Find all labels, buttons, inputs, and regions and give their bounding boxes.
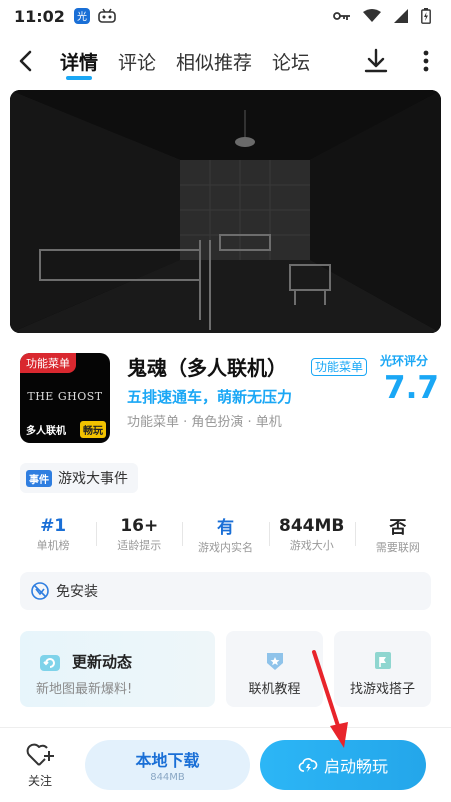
status-bar: 11:02 光 — [0, 0, 451, 32]
icon-subtitle: 多人联机 — [26, 426, 66, 437]
stat-value: 844MB — [279, 515, 345, 536]
stat-value: 否 — [389, 518, 407, 538]
tab-bar: 详情 评论 相似推荐 论坛 — [50, 38, 320, 84]
no-install-info[interactable]: 免安装 — [20, 572, 431, 610]
launch-label: 启动畅玩 — [323, 757, 388, 776]
event-label: 游戏大事件 — [58, 471, 128, 487]
stat-label: 适龄提示 — [117, 538, 162, 552]
update-card-title: 更新动态 — [72, 653, 133, 671]
event-tag: 事件 — [26, 469, 52, 487]
app-genres: 功能菜单 · 角色扮演 · 单机 — [127, 415, 282, 430]
stat-label: 单机榜 — [36, 538, 70, 552]
more-vertical-icon — [423, 50, 429, 72]
stat-network: 否 需要联网 — [354, 512, 441, 556]
tab-forum[interactable]: 论坛 — [262, 38, 320, 84]
local-download-size: 844MB — [150, 772, 185, 783]
icon-title: THE GHOST — [27, 390, 103, 403]
refresh-icon — [38, 651, 62, 679]
app-notification-icon: 光 — [73, 7, 91, 25]
stat-realname[interactable]: 有 游戏内实名 — [182, 512, 268, 556]
stat-rank[interactable]: #1 单机榜 — [10, 512, 96, 556]
stats-row: #1 单机榜 16+ 适龄提示 有 游戏内实名 844MB 游戏大小 否 需要联… — [10, 512, 441, 556]
buddy-card-label: 找游戏搭子 — [349, 682, 415, 697]
flag-icon — [371, 649, 395, 677]
stat-size: 844MB 游戏大小 — [268, 512, 355, 556]
local-download-button[interactable]: 本地下载 844MB — [85, 740, 250, 790]
update-card-subtitle: 新地图最新爆料! — [36, 682, 133, 697]
tab-similar[interactable]: 相似推荐 — [166, 38, 262, 84]
stat-value: 有 — [217, 518, 234, 538]
app-name: 鬼魂（多人联机） — [127, 356, 287, 380]
app-icon: 功能菜单 THE GHOST 多人联机 畅玩 — [20, 353, 110, 443]
svg-text:光: 光 — [77, 10, 87, 23]
badge-icon — [263, 649, 287, 677]
score-value: 7.7 — [384, 370, 439, 406]
stat-age[interactable]: 16+ 适龄提示 — [96, 512, 182, 556]
tab-comments[interactable]: 评论 — [108, 38, 166, 84]
follow-button[interactable]: 关注 — [18, 740, 62, 789]
stat-label: 需要联网 — [375, 541, 420, 554]
tutorial-card-label: 联机教程 — [248, 682, 301, 697]
stat-label: 游戏内实名 — [198, 541, 253, 554]
no-install-label: 免安装 — [56, 584, 98, 600]
update-news-card[interactable]: 更新动态 新地图最新爆料! — [20, 631, 215, 707]
heart-plus-icon — [26, 743, 54, 766]
find-buddy-card[interactable]: 找游戏搭子 — [334, 631, 431, 707]
more-menu-button[interactable] — [401, 38, 451, 84]
top-nav: 详情 评论 相似推荐 论坛 — [0, 38, 451, 84]
app-slogan: 五排速通车，萌新无压力 — [127, 388, 293, 406]
vpn-key-icon — [333, 10, 351, 22]
game-event-chip[interactable]: 事件 游戏大事件 — [20, 463, 138, 493]
launch-play-button[interactable]: 启动畅玩 — [260, 740, 426, 790]
follow-label: 关注 — [27, 774, 52, 788]
back-button[interactable] — [0, 38, 50, 84]
download-icon — [364, 48, 388, 73]
stat-value: #1 — [40, 515, 67, 536]
game-notification-icon — [97, 8, 117, 24]
signal-icon — [393, 9, 409, 23]
tab-details[interactable]: 详情 — [50, 38, 108, 84]
back-arrow-icon — [19, 50, 32, 72]
stat-value: 16+ — [120, 515, 159, 536]
download-manager-button[interactable] — [351, 38, 401, 84]
icon-badge: 畅玩 — [80, 421, 106, 438]
lightning-cloud-icon — [298, 758, 318, 772]
multiplayer-tutorial-card[interactable]: 联机教程 — [226, 631, 323, 707]
stat-label: 游戏大小 — [289, 538, 334, 552]
icon-ribbon: 功能菜单 — [20, 353, 76, 373]
game-screenshot[interactable] — [10, 90, 441, 333]
feature-tag[interactable]: 功能菜单 — [311, 358, 368, 376]
no-install-icon — [31, 582, 49, 600]
bottom-action-bar: 关注 本地下载 844MB 启动畅玩 — [0, 727, 451, 802]
local-download-label: 本地下载 — [135, 751, 200, 770]
score-label: 光环评分 — [380, 354, 429, 368]
battery-icon — [421, 8, 431, 24]
status-time: 11:02 — [14, 6, 65, 26]
wifi-icon — [363, 9, 381, 23]
